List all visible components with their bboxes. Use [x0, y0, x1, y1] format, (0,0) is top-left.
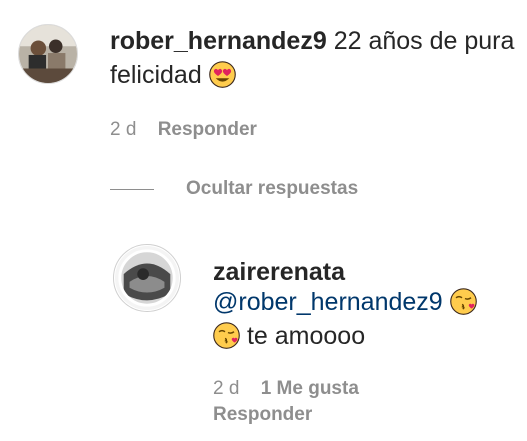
comment-thread: rober_hernandez9 22 años de pura felicid…: [0, 0, 527, 441]
reply-timestamp[interactable]: 2 d: [213, 378, 239, 399]
hide-replies-label: Ocultar respuestas: [186, 178, 359, 199]
comment-reply-button[interactable]: Responder: [158, 119, 257, 140]
comment-timestamp[interactable]: 2 d: [110, 119, 136, 140]
reply-text: te amoooo: [246, 322, 366, 350]
replies-divider-line: [110, 188, 154, 190]
kissing-heart-emoji-icon: [449, 288, 477, 315]
reply-likes-count[interactable]: 1 Me gusta: [261, 378, 359, 399]
hide-replies-button[interactable]: Ocultar respuestas: [110, 178, 358, 200]
commenter-avatar[interactable]: [18, 24, 78, 84]
reply-mention-link[interactable]: @rober_hernandez9: [213, 288, 443, 316]
comment-meta: 2 d Responder: [110, 119, 257, 141]
reply-avatar[interactable]: [113, 244, 181, 312]
reply-username[interactable]: zairerenata: [213, 255, 345, 289]
reply-meta: 2 d 1 Me gusta: [213, 378, 359, 400]
kissing-heart-emoji-icon: [213, 322, 240, 349]
comment-username[interactable]: rober_hernandez9: [110, 27, 327, 55]
reply-body: @rober_hernandez9 te amoooo: [213, 285, 513, 353]
heart-eyes-emoji-icon: [208, 61, 236, 88]
comment-body: rober_hernandez9 22 años de pura felicid…: [110, 24, 515, 92]
reply-reply-button[interactable]: Responder: [213, 404, 312, 426]
